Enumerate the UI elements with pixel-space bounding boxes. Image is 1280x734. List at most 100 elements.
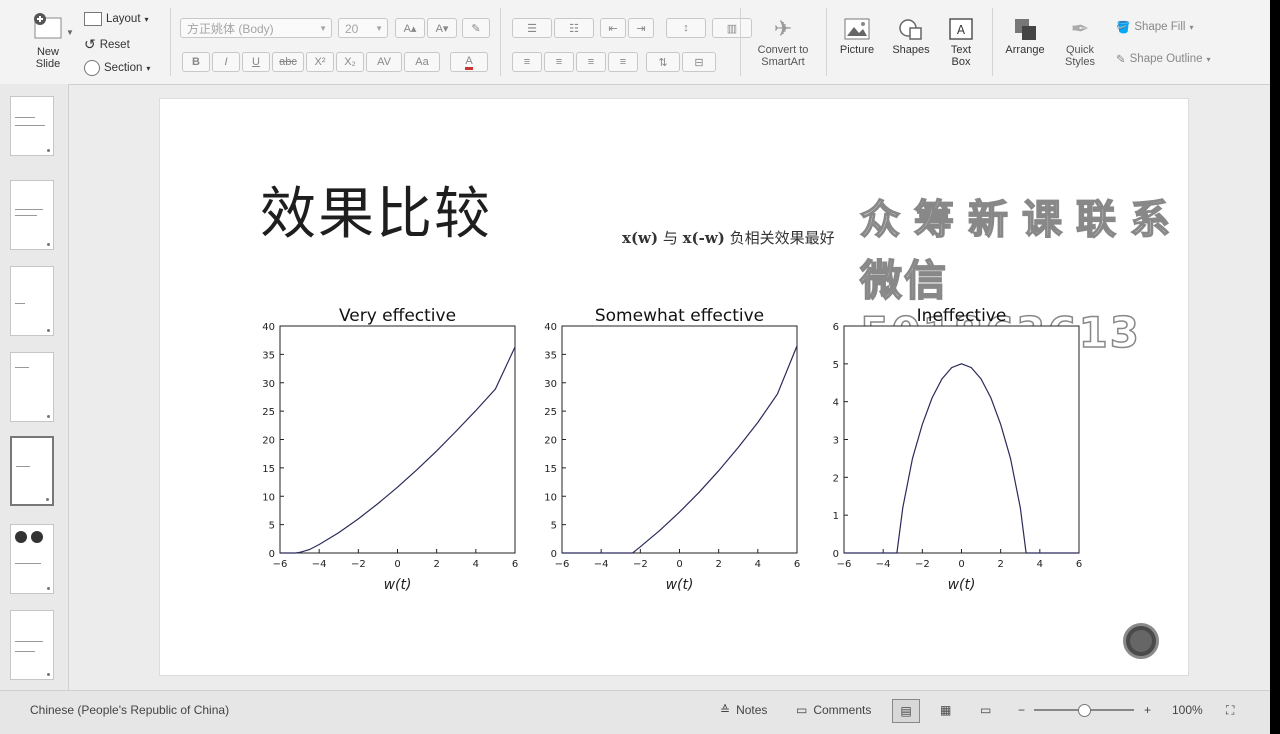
font-color-button[interactable]: A [450, 52, 488, 72]
columns-button[interactable]: ▥ [712, 18, 752, 38]
shape-fill-button[interactable]: 🪣 Shape Fill ▾ [1116, 20, 1193, 34]
numbering-button[interactable]: ☷ [554, 18, 594, 38]
align-right-button[interactable]: ≡ [576, 52, 606, 72]
strikethrough-button[interactable]: abc [272, 52, 304, 72]
bold-button[interactable]: B [182, 52, 210, 72]
fit-slide-button[interactable]: ⛶ [1226, 703, 1234, 718]
slide-thumbnail[interactable] [10, 180, 54, 250]
y-tick-label: 5 [269, 521, 275, 532]
italic-button[interactable]: I [212, 52, 240, 72]
align-center-button[interactable]: ≡ [544, 52, 574, 72]
convert-smartart-label: Convert to SmartArt [757, 44, 809, 68]
normal-view-button[interactable]: ▤ [892, 699, 920, 723]
zoom-in-button[interactable]: + [1144, 703, 1151, 717]
comments-button[interactable]: ▭ Comments [796, 703, 871, 717]
slide-thumbnail[interactable] [10, 96, 54, 156]
x-tick-label: 0 [958, 559, 964, 570]
zoom-slider[interactable] [1034, 704, 1134, 717]
series-line [562, 345, 798, 554]
slide-subtitle[interactable]: x(w) 与 x(-w) 负相关效果最好 [622, 227, 835, 248]
watermark-line-2: 微信501863613 [859, 255, 1142, 358]
slide-title[interactable]: 效果比较 [260, 169, 492, 250]
new-slide-icon [34, 13, 62, 39]
series-line [280, 346, 516, 554]
x-tick-label: −4 [312, 559, 327, 570]
text-direction-button[interactable]: ⇅ [646, 52, 680, 72]
shapes-button[interactable]: Shapes [886, 16, 936, 56]
justify-button[interactable]: ≡ [608, 52, 638, 72]
new-slide-dropdown-icon[interactable]: ▼ [66, 28, 74, 37]
zoom-out-button[interactable]: − [1018, 703, 1025, 717]
convert-smartart-button[interactable]: ✈ Convert to SmartArt [750, 16, 816, 68]
language-label: Chinese (People's Republic of China) [30, 703, 230, 717]
slide-sorter-button[interactable]: ▦ [940, 703, 951, 717]
slide-thumbnail-selected[interactable] [10, 436, 54, 506]
shape-outline-button[interactable]: ✎ Shape Outline ▾ [1116, 52, 1211, 66]
slide-thumbnail[interactable] [10, 524, 54, 594]
x-tick-label: −6 [273, 559, 288, 570]
shape-fill-label: Shape Fill [1134, 21, 1186, 33]
svg-text:A: A [957, 23, 966, 37]
bullets-button[interactable]: ☰ [512, 18, 552, 38]
new-slide-button[interactable]: New Slide [22, 10, 74, 70]
character-spacing-button[interactable]: AV [366, 52, 402, 72]
y-tick-label: 1 [833, 511, 839, 522]
record-button[interactable] [1123, 623, 1159, 659]
align-text-button[interactable]: ⊟ [682, 52, 716, 72]
arrange-button[interactable]: Arrange [1000, 16, 1050, 56]
arrange-icon [1015, 19, 1036, 40]
decrease-indent-button[interactable]: ⇤ [600, 18, 626, 38]
slide-canvas[interactable]: 效果比较 x(w) 与 x(-w) 负相关效果最好 众筹新课联系 微信50186… [159, 98, 1189, 676]
chart-axes-frame [279, 325, 516, 554]
subscript-button[interactable]: X₂ [336, 52, 364, 72]
y-tick-label: 0 [551, 549, 557, 560]
clear-formatting-button[interactable]: ✎ [462, 18, 490, 38]
zoom-level[interactable]: 100% [1172, 703, 1203, 717]
y-tick-label: 30 [262, 379, 275, 390]
slide-thumbnail[interactable] [10, 352, 54, 422]
y-tick-label: 40 [262, 322, 275, 333]
increase-indent-button[interactable]: ⇥ [628, 18, 654, 38]
x-tick-label: −2 [633, 559, 648, 570]
y-tick-label: 2 [833, 473, 839, 484]
x-tick-label: 2 [433, 559, 439, 570]
increase-font-size-button[interactable]: A▴ [395, 18, 425, 38]
y-tick-label: 25 [262, 407, 275, 418]
y-tick-label: 25 [544, 407, 557, 418]
picture-button[interactable]: Picture [834, 16, 880, 56]
font-size-field[interactable]: 20 ▼ [338, 18, 388, 38]
reading-view-button[interactable]: ▭ [980, 703, 991, 717]
underline-button[interactable]: U [242, 52, 270, 72]
y-tick-label: 0 [833, 549, 839, 560]
notes-label: Notes [736, 703, 768, 717]
line-spacing-button[interactable]: ↕ [666, 18, 706, 38]
align-left-button[interactable]: ≡ [512, 52, 542, 72]
series-line [844, 363, 1079, 554]
decrease-font-size-button[interactable]: A▾ [427, 18, 457, 38]
reset-icon: ↺ [84, 36, 96, 52]
y-tick-label: 4 [833, 398, 839, 409]
reset-button[interactable]: ↺ Reset [84, 36, 130, 53]
font-name-field[interactable]: 方正姚体 (Body) ▼ [180, 18, 332, 38]
subtitle-x-neg-w: x(-w) [682, 229, 725, 247]
chart-title: Very effective [339, 306, 456, 326]
y-tick-label: 35 [262, 350, 275, 361]
ribbon-home: New Slide ▼ Layout ▾ ↺ Reset Section ▾ 方正姚… [0, 0, 1270, 85]
slide-thumbnail[interactable] [10, 610, 54, 680]
section-button[interactable]: Section ▾ [84, 60, 150, 76]
quick-styles-button[interactable]: ✒ Quick Styles [1056, 16, 1104, 68]
notes-button[interactable]: ≙ Notes [720, 703, 767, 717]
layout-button[interactable]: Layout ▾ [84, 12, 149, 26]
change-case-button[interactable]: Aa [404, 52, 440, 72]
x-tick-label: 4 [473, 559, 479, 570]
y-tick-label: 10 [544, 492, 557, 503]
zoom-slider-thumb[interactable] [1078, 704, 1091, 717]
superscript-button[interactable]: X² [306, 52, 334, 72]
text-box-button[interactable]: A Text Box [942, 16, 980, 68]
language-indicator[interactable]: Chinese (People's Republic of China) [30, 703, 229, 717]
slide-thumbnail[interactable] [10, 266, 54, 336]
x-axis-label: w(t) [666, 577, 694, 593]
font-name-dropdown-icon: ▼ [319, 24, 327, 33]
x-tick-label: 0 [394, 559, 400, 570]
shape-outline-label: Shape Outline [1129, 53, 1203, 65]
